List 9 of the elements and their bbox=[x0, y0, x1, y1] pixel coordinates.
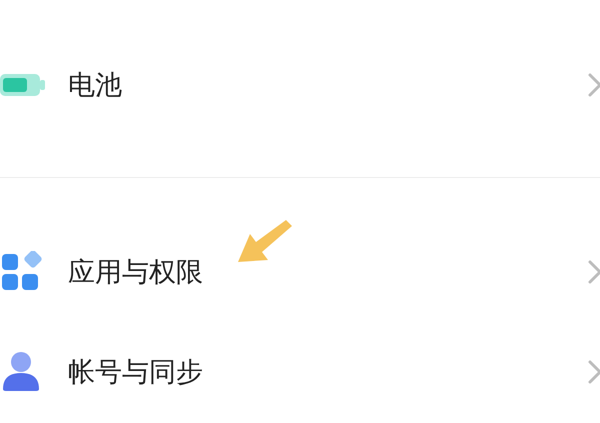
battery-icon bbox=[0, 72, 46, 98]
chevron-icon bbox=[588, 360, 600, 384]
chevron-icon bbox=[588, 260, 600, 284]
setting-label[interactable]: 应用与权限 bbox=[68, 254, 588, 290]
setting-label[interactable]: 电池 bbox=[68, 67, 588, 103]
setting-label[interactable]: 帐号与同步 bbox=[68, 354, 588, 390]
person-icon bbox=[0, 351, 42, 393]
apps-icon bbox=[0, 251, 42, 293]
chevron-icon bbox=[588, 73, 600, 97]
